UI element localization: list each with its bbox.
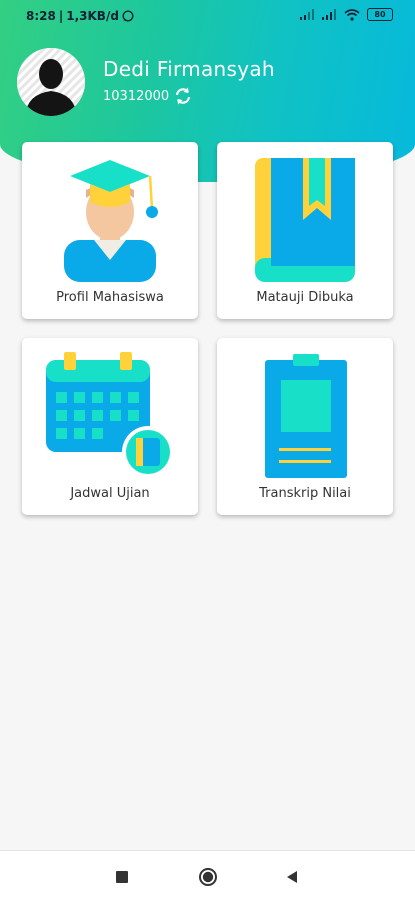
menu-label: Jadwal Ujian xyxy=(70,486,150,501)
battery-icon: 80 xyxy=(367,8,393,21)
home-icon[interactable] xyxy=(198,867,218,887)
user-name: Dedi Firmansyah xyxy=(103,57,275,81)
menu-label: Matauji Dibuka xyxy=(256,290,354,305)
signal-icon xyxy=(300,9,314,20)
wifi-icon xyxy=(344,8,360,21)
menu-card-jadwal-ujian[interactable]: Jadwal Ujian xyxy=(22,338,198,515)
menu-card-matauji-dibuka[interactable]: Matauji Dibuka xyxy=(217,142,393,319)
refresh-icon[interactable] xyxy=(173,86,193,106)
recent-apps-icon[interactable] xyxy=(112,867,132,887)
signal-icon xyxy=(322,9,336,20)
whatsapp-icon xyxy=(122,10,134,22)
clipboard-icon xyxy=(265,354,347,478)
book-icon xyxy=(255,158,355,282)
user-id: 10312000 xyxy=(103,88,170,104)
status-time: 8:28 xyxy=(26,9,56,23)
back-icon[interactable] xyxy=(282,867,302,887)
menu-label: Profil Mahasiswa xyxy=(56,290,164,305)
user-id-row: 10312000 xyxy=(103,86,193,106)
user-silhouette-icon xyxy=(17,48,85,116)
graduate-icon xyxy=(64,160,158,282)
avatar[interactable] xyxy=(17,48,85,116)
menu-card-profil-mahasiswa[interactable]: Profil Mahasiswa xyxy=(22,142,198,319)
status-speed: 1,3KB/d xyxy=(66,9,119,23)
menu-label: Transkrip Nilai xyxy=(259,486,351,501)
menu-card-transkrip-nilai[interactable]: Transkrip Nilai xyxy=(217,338,393,515)
calendar-icon xyxy=(46,352,174,478)
status-bar: 8:28 | 1,3KB/d 80 xyxy=(0,0,415,32)
navigation-bar xyxy=(0,850,415,901)
